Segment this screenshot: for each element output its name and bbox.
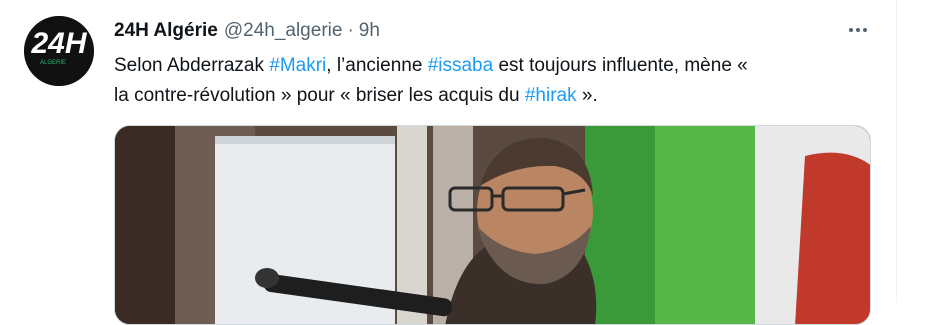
more-dots-icon — [863, 28, 867, 32]
text-segment: est toujours influente, mène « — [493, 55, 748, 76]
text-segment: Selon Abderrazak — [114, 55, 270, 76]
hashtag-issaba[interactable]: #issaba — [428, 55, 494, 76]
24h-algerie-logo-icon: 24H ALGERIE — [24, 16, 94, 86]
hashtag-makri[interactable]: #Makri — [269, 55, 326, 76]
avatar[interactable]: 24H ALGERIE — [24, 16, 94, 86]
separator: · — [347, 20, 354, 41]
more-dots-icon — [856, 28, 860, 32]
more-dots-icon — [849, 28, 853, 32]
text-segment: , l’ancienne — [326, 55, 428, 76]
divider — [896, 0, 897, 302]
tweet[interactable]: 24H ALGERIE 24H Algérie @24h_algerie · 9… — [0, 0, 946, 325]
more-button[interactable] — [842, 18, 874, 42]
tweet-photo-icon — [115, 126, 870, 324]
hashtag-hirak[interactable]: #hirak — [525, 85, 577, 106]
text-segment: ». — [576, 85, 598, 106]
tweet-media[interactable] — [114, 125, 871, 325]
author-handle[interactable]: @24h_algerie — [224, 20, 343, 42]
tweet-header: 24H Algérie @24h_algerie · 9h — [114, 18, 380, 44]
avatar-text: 24H — [30, 27, 87, 60]
timestamp[interactable]: 9h — [359, 20, 380, 42]
avatar-subtext: ALGERIE — [40, 60, 66, 66]
tweet-text: Selon Abderrazak #Makri, l’ancienne #iss… — [114, 51, 874, 111]
text-segment: la contre-révolution » pour « briser les… — [114, 85, 525, 106]
author-name[interactable]: 24H Algérie — [114, 20, 218, 42]
